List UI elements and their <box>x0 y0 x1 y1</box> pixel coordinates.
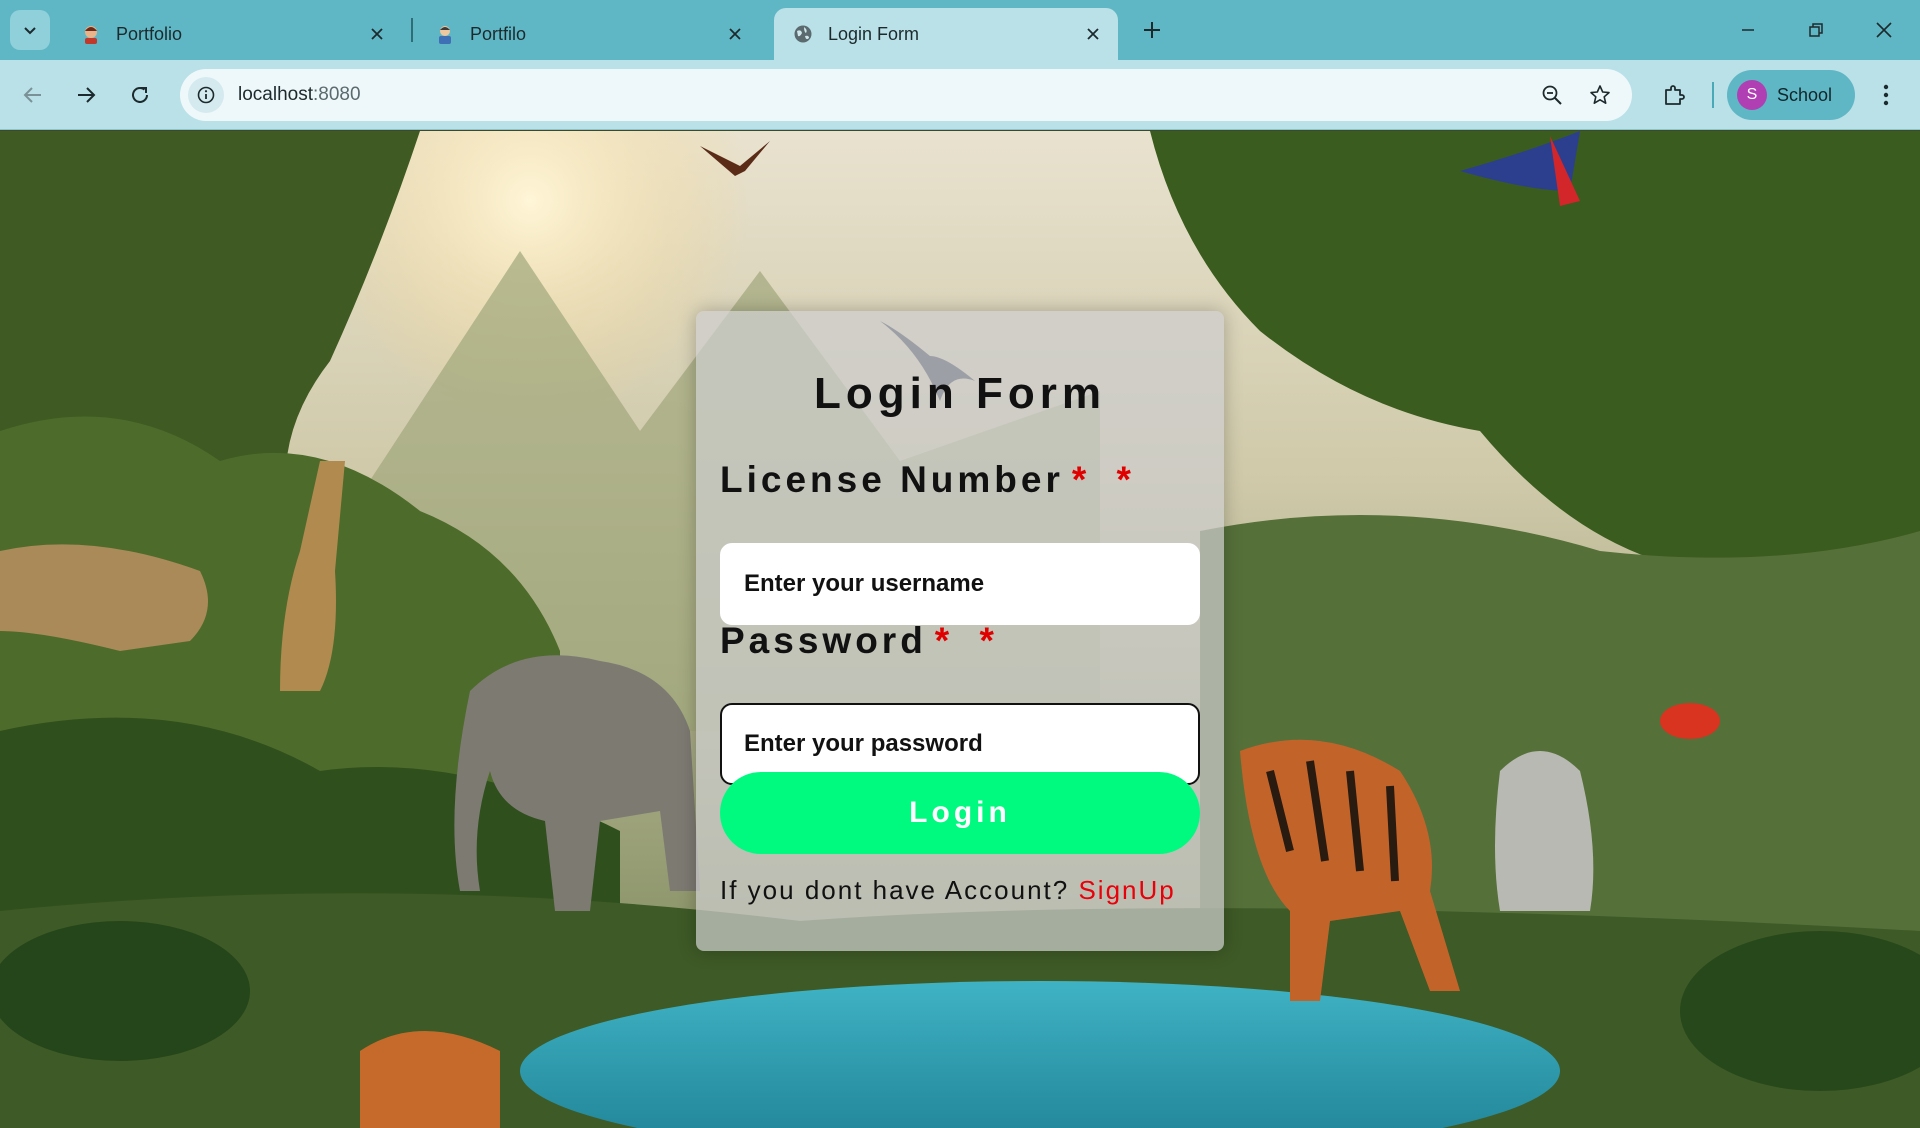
license-number-label: License Number * * <box>720 459 1141 501</box>
toolbar-separator <box>1712 82 1714 108</box>
minimize-icon <box>1742 29 1754 31</box>
password-label: Password * * <box>720 620 1004 662</box>
extensions-button[interactable] <box>1654 75 1694 115</box>
tab-bar: Portfolio Portfilo Login Form <box>0 0 1920 60</box>
close-tab-icon[interactable] <box>362 19 392 49</box>
tab-portfolio-1[interactable]: Portfolio <box>62 8 402 60</box>
form-title: Login Form <box>814 369 1106 418</box>
profile-button[interactable]: S School <box>1727 70 1855 120</box>
bookmark-button[interactable] <box>1580 75 1620 115</box>
close-tab-icon[interactable] <box>1078 19 1108 49</box>
tab-title: Portfolio <box>116 23 183 44</box>
close-tab-icon[interactable] <box>720 19 750 49</box>
tab-title: Portfilo <box>470 23 527 44</box>
required-marker: * * <box>1071 459 1141 500</box>
forward-button[interactable] <box>66 75 106 115</box>
browser-menu-button[interactable] <box>1866 75 1906 115</box>
avatar: S <box>1737 80 1767 110</box>
close-icon <box>1876 22 1892 38</box>
site-info-button[interactable] <box>188 77 224 113</box>
page-viewport: Login Form License Number* * Password* *… <box>0 131 1920 1128</box>
close-window-button[interactable] <box>1850 0 1918 60</box>
chevron-down-icon <box>24 27 36 35</box>
password-label-text: Password <box>720 620 927 661</box>
license-number-input[interactable] <box>720 543 1200 625</box>
license-label-text: License Number <box>720 459 1064 500</box>
signup-prompt-text: If you dont have Account? <box>720 875 1079 905</box>
portrait-icon <box>434 23 456 45</box>
minimize-button[interactable] <box>1714 0 1782 60</box>
puzzle-icon <box>1665 85 1685 105</box>
zoom-icon <box>1542 85 1562 105</box>
login-form-card: Login Form License Number* * Password* *… <box>696 311 1224 951</box>
more-vertical-icon <box>1883 84 1889 106</box>
reload-button[interactable] <box>120 75 160 115</box>
url-text[interactable]: localhost:8080 <box>238 84 1532 106</box>
arrow-right-icon <box>78 87 96 103</box>
globe-icon <box>792 23 814 45</box>
portrait-icon <box>80 23 102 45</box>
url-host: localhost <box>238 84 313 105</box>
address-bar[interactable]: localhost:8080 <box>180 69 1632 121</box>
url-port: :8080 <box>313 84 361 105</box>
signup-prompt: If you dont have Account? SignUp <box>720 875 1176 906</box>
new-tab-button[interactable] <box>1134 12 1170 48</box>
zoom-button[interactable] <box>1532 75 1572 115</box>
star-icon <box>1590 85 1610 104</box>
browser-toolbar: localhost:8080 S School <box>0 60 1920 130</box>
restore-icon <box>1809 23 1823 37</box>
reload-icon <box>132 86 148 103</box>
back-button[interactable] <box>13 75 53 115</box>
tab-search-button[interactable] <box>10 10 50 50</box>
tab-login-form[interactable]: Login Form <box>774 8 1118 60</box>
arrow-left-icon <box>23 87 41 103</box>
login-button[interactable]: Login <box>720 772 1200 854</box>
tab-separator <box>411 18 413 42</box>
restore-button[interactable] <box>1782 0 1850 60</box>
tab-portfilo-2[interactable]: Portfilo <box>416 8 760 60</box>
plus-icon <box>1144 22 1160 38</box>
profile-name: School <box>1777 84 1833 105</box>
tab-title: Login Form <box>828 23 920 44</box>
info-icon <box>197 86 215 104</box>
signup-link[interactable]: SignUp <box>1078 875 1175 905</box>
required-marker: * * <box>934 620 1004 661</box>
